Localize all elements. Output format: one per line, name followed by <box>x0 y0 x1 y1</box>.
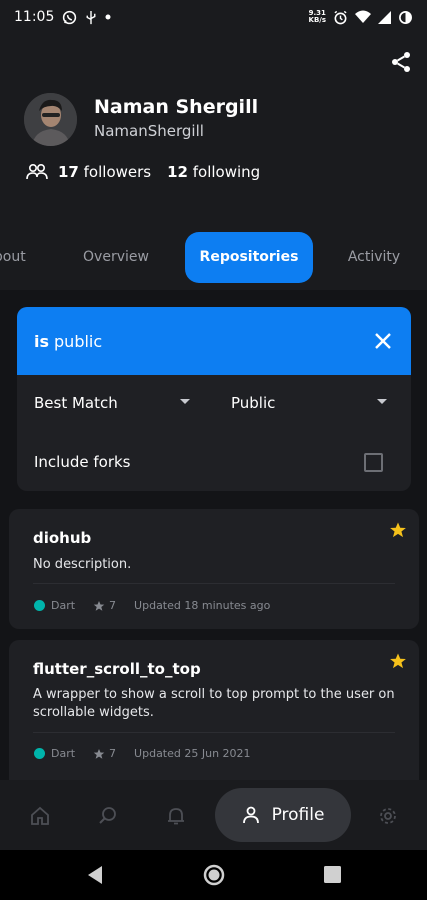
repo-language: Dart <box>51 747 76 760</box>
profile-nav-label: Profile <box>271 805 325 825</box>
star-count-icon <box>93 600 105 612</box>
usb-icon <box>85 10 97 25</box>
status-bar: 11:05 9.31 KB/s <box>0 0 427 34</box>
repo-card[interactable]: diohub No description. Dart 7 Updated 18… <box>9 509 419 629</box>
battery-icon <box>398 10 413 25</box>
query-keyword: is <box>34 331 50 351</box>
tab-overview[interactable]: Overview <box>66 232 166 283</box>
alarm-icon <box>333 10 348 25</box>
repo-meta: Dart 7 Updated 25 Jun 2021 <box>34 747 251 760</box>
followers-count: 17 <box>58 163 79 181</box>
sort-dropdown[interactable]: Best Match <box>34 375 190 431</box>
share-button[interactable] <box>389 50 413 74</box>
home-button[interactable] <box>203 864 225 890</box>
divider <box>33 583 395 584</box>
repo-name[interactable]: diohub <box>33 529 91 547</box>
status-time: 11:05 <box>14 9 55 25</box>
clear-filter-button[interactable] <box>373 331 393 351</box>
sort-selected: Best Match <box>34 394 118 412</box>
following-label: following <box>192 163 261 181</box>
repo-description: No description. <box>33 557 132 572</box>
dot-icon <box>105 14 111 20</box>
followers-label: followers <box>83 163 152 181</box>
repo-stars: 7 <box>109 747 117 760</box>
tab-repositories[interactable]: Repositories <box>185 232 313 283</box>
chevron-down-icon <box>180 399 190 404</box>
back-button[interactable] <box>86 865 104 889</box>
following-count: 12 <box>167 163 188 181</box>
person-icon <box>242 806 259 824</box>
repositories-panel: is public Best Match Public Include fork… <box>0 290 427 780</box>
whatsapp-icon <box>62 10 77 25</box>
search-icon[interactable] <box>98 806 118 826</box>
system-navigation-bar <box>0 850 427 900</box>
bell-icon[interactable] <box>166 806 186 826</box>
divider <box>33 732 395 733</box>
repo-updated: Updated 18 minutes ago <box>134 599 271 612</box>
repo-card[interactable]: flutter_scroll_to_top A wrapper to show … <box>9 640 419 780</box>
close-icon <box>375 333 391 349</box>
repo-description: A wrapper to show a scroll to top prompt… <box>33 687 395 720</box>
following-link[interactable]: 12 following <box>167 163 260 181</box>
bottom-navigation: Profile <box>0 780 427 850</box>
people-icon <box>26 163 48 181</box>
star-count-icon <box>93 748 105 760</box>
chevron-down-icon <box>377 399 387 404</box>
settings-icon[interactable] <box>378 806 398 826</box>
signal-icon <box>378 10 391 24</box>
repo-meta: Dart 7 Updated 18 minutes ago <box>34 599 270 612</box>
repo-language: Dart <box>51 599 76 612</box>
visibility-selected: Public <box>231 394 276 412</box>
search-filter-card: is public Best Match Public Include fork… <box>17 307 411 491</box>
profile-tabs: About Overview Repositories Activity <box>0 232 427 284</box>
back-triangle-icon <box>88 866 102 884</box>
include-forks-row[interactable]: Include forks <box>17 434 411 490</box>
profile-username: NamanShergill <box>94 122 204 140</box>
follow-stats: 17 followers 12 following <box>26 163 260 181</box>
recents-button[interactable] <box>324 866 341 887</box>
star-icon[interactable] <box>389 652 407 674</box>
query-value: public <box>54 331 103 351</box>
tab-about[interactable]: About <box>0 232 40 283</box>
repo-updated: Updated 25 Jun 2021 <box>134 747 251 760</box>
include-forks-label: Include forks <box>34 453 131 471</box>
network-speed: 9.31 KB/s <box>309 10 326 24</box>
net-speed-unit: KB/s <box>308 16 326 24</box>
profile-display-name: Naman Shergill <box>94 96 259 118</box>
language-dot <box>34 600 45 611</box>
repo-stars: 7 <box>109 599 117 612</box>
profile-nav-button[interactable]: Profile <box>215 788 351 842</box>
recents-square-icon <box>324 866 341 883</box>
home-circle-icon <box>203 864 225 886</box>
filter-dropdown-row: Best Match Public <box>17 375 411 431</box>
home-icon[interactable] <box>30 806 50 826</box>
star-icon[interactable] <box>389 521 407 543</box>
visibility-dropdown[interactable]: Public <box>231 375 387 431</box>
wifi-icon <box>355 10 371 24</box>
share-icon <box>392 52 410 72</box>
search-query-bar[interactable]: is public <box>17 307 411 375</box>
tab-activity[interactable]: Activity <box>334 232 414 283</box>
followers-link[interactable]: 17 followers <box>58 163 151 181</box>
avatar[interactable] <box>24 93 77 146</box>
include-forks-checkbox[interactable] <box>364 453 383 472</box>
language-dot <box>34 748 45 759</box>
repo-name[interactable]: flutter_scroll_to_top <box>33 660 201 678</box>
